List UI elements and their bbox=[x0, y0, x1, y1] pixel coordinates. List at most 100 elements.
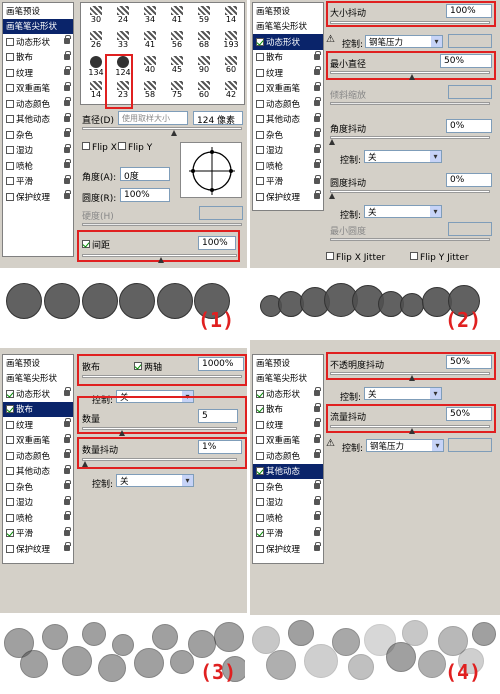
sidebar-item-brush-tip-shape[interactable]: 画笔笔尖形状 bbox=[3, 18, 73, 34]
lock-icon[interactable] bbox=[64, 97, 71, 106]
sidebar-item-smoothing[interactable]: 平滑 bbox=[253, 526, 323, 542]
sidebar-item-wet-edges[interactable]: 湿边 bbox=[253, 143, 323, 159]
lock-icon[interactable] bbox=[314, 97, 321, 106]
lock-icon[interactable] bbox=[314, 495, 321, 505]
use-sample-button[interactable]: 使用取样大小 bbox=[118, 111, 188, 125]
sidebar-item-protect-texture[interactable]: 保护纹理 bbox=[3, 541, 73, 557]
control-dropdown[interactable]: 钢笔压力 bbox=[365, 35, 443, 48]
sidebar-item-brush-tip-shape[interactable]: 画笔笔尖形状 bbox=[253, 19, 323, 35]
lock-icon[interactable] bbox=[64, 190, 71, 199]
min-roundness-field[interactable] bbox=[448, 222, 492, 236]
lock-icon[interactable] bbox=[314, 112, 321, 122]
sidebar-item-protect-texture[interactable]: 保护纹理 bbox=[3, 189, 73, 205]
size-jitter-slider[interactable] bbox=[330, 21, 490, 24]
lock-icon[interactable] bbox=[64, 143, 71, 153]
sidebar-item-noise[interactable]: 杂色 bbox=[253, 479, 323, 495]
brush-tip-cell[interactable]: 59 bbox=[192, 6, 216, 24]
roundness-jitter-slider[interactable] bbox=[329, 190, 490, 199]
brush-tip-cell[interactable]: 24 bbox=[111, 6, 135, 24]
count-slider[interactable] bbox=[82, 427, 237, 436]
lock-icon[interactable] bbox=[64, 81, 71, 91]
roundness-jitter-field[interactable]: 0% bbox=[446, 173, 492, 187]
sidebar-item-dual-brush[interactable]: 双重画笔 bbox=[253, 433, 323, 449]
control-dropdown[interactable]: 关 bbox=[364, 205, 442, 218]
diameter-field[interactable]: 124 像素 bbox=[193, 111, 243, 126]
control-extra-field[interactable] bbox=[448, 34, 492, 48]
brush-tip-cell[interactable]: 26 bbox=[84, 31, 108, 49]
brush-tip-cell[interactable]: 30 bbox=[84, 6, 108, 24]
sidebar-item-wet-edges[interactable]: 湿边 bbox=[253, 495, 323, 511]
hardness-field[interactable] bbox=[199, 206, 243, 220]
sidebar-item-other-dynamics[interactable]: 其他动态 bbox=[3, 112, 73, 128]
min-diameter-slider[interactable] bbox=[330, 71, 490, 80]
brush-tip-cell[interactable]: 58 bbox=[138, 81, 162, 99]
lock-icon[interactable] bbox=[314, 526, 321, 536]
lock-icon[interactable] bbox=[314, 66, 321, 75]
checkbox[interactable] bbox=[6, 161, 14, 170]
brush-tip-cell[interactable]: 90 bbox=[192, 56, 216, 74]
flipy-jitter-checkbox[interactable]: Flip Y Jitter bbox=[410, 252, 469, 263]
checkbox[interactable] bbox=[6, 192, 14, 201]
brush-tip-cell[interactable]: 56 bbox=[165, 31, 189, 49]
opacity-jitter-field[interactable]: 50% bbox=[446, 355, 492, 369]
sidebar-item-other-dynamics[interactable]: 其他动态 bbox=[253, 463, 323, 479]
control-dropdown[interactable]: 关 bbox=[116, 474, 194, 487]
lock-icon[interactable] bbox=[314, 81, 321, 91]
sidebar-item-smoothing[interactable]: 平滑 bbox=[3, 174, 73, 190]
slider-knob[interactable] bbox=[409, 428, 415, 434]
sidebar-item-other-dynamics[interactable]: 其他动态 bbox=[3, 464, 73, 480]
diameter-slider[interactable] bbox=[82, 127, 242, 136]
sidebar-item-airbrush[interactable]: 喷枪 bbox=[253, 510, 323, 526]
lock-icon[interactable] bbox=[314, 50, 321, 60]
slider-knob[interactable] bbox=[329, 139, 335, 145]
checkbox[interactable] bbox=[256, 37, 264, 46]
lock-icon[interactable] bbox=[64, 128, 71, 137]
lock-icon[interactable] bbox=[64, 433, 71, 443]
lock-icon[interactable] bbox=[64, 112, 71, 122]
checkbox[interactable] bbox=[6, 84, 14, 93]
sidebar-item-airbrush[interactable]: 喷枪 bbox=[253, 158, 323, 174]
flow-jitter-field[interactable]: 50% bbox=[446, 407, 492, 421]
sidebar-item-color-dynamics[interactable]: 动态颜色 bbox=[3, 448, 73, 464]
lock-icon[interactable] bbox=[314, 128, 321, 137]
lock-icon[interactable] bbox=[64, 174, 71, 184]
size-jitter-field[interactable]: 100% bbox=[446, 4, 492, 18]
both-axes-checkbox[interactable]: 两轴 bbox=[134, 360, 162, 373]
angle-jitter-field[interactable]: 0% bbox=[446, 119, 492, 133]
brush-tip-cell[interactable]: 41 bbox=[138, 31, 162, 49]
lock-icon[interactable] bbox=[314, 449, 321, 458]
spacing-slider[interactable] bbox=[82, 254, 237, 263]
lock-icon[interactable] bbox=[314, 542, 321, 551]
sidebar-item-scattering[interactable]: 散布 bbox=[3, 50, 73, 66]
brush-tip-cell[interactable]: 14 bbox=[219, 6, 243, 24]
brush-tip-cell[interactable]: 60 bbox=[192, 81, 216, 99]
lock-icon[interactable] bbox=[64, 526, 71, 536]
lock-icon[interactable] bbox=[314, 418, 321, 427]
brush-tip-cell[interactable]: 33 bbox=[111, 31, 135, 49]
brush-tip-cell[interactable]: 75 bbox=[165, 81, 189, 99]
lock-icon[interactable] bbox=[314, 190, 321, 199]
brush-tip-cell[interactable]: 193 bbox=[219, 31, 243, 49]
control-dropdown[interactable]: 钢笔压力 bbox=[366, 439, 444, 452]
control-extra-field[interactable] bbox=[448, 438, 492, 452]
angle-field[interactable]: 0度 bbox=[120, 167, 170, 182]
sidebar-item-wet-edges[interactable]: 湿边 bbox=[3, 495, 73, 511]
slider-knob[interactable] bbox=[171, 130, 177, 136]
lock-icon[interactable] bbox=[64, 511, 71, 520]
sidebar-item-shape-dynamics[interactable]: 动态形状 bbox=[3, 386, 73, 402]
sidebar-item-brush-presets[interactable]: 画笔预设 bbox=[3, 355, 73, 371]
sidebar-item-scattering[interactable]: 散布 bbox=[3, 401, 73, 417]
lock-icon[interactable] bbox=[314, 174, 321, 184]
lock-icon[interactable] bbox=[314, 143, 321, 153]
lock-icon[interactable] bbox=[314, 159, 321, 168]
lock-icon[interactable] bbox=[64, 418, 71, 427]
count-field[interactable]: 5 bbox=[198, 409, 238, 423]
lock-icon[interactable] bbox=[314, 433, 321, 443]
checkbox[interactable] bbox=[6, 37, 14, 46]
tilt-scale-field[interactable] bbox=[448, 85, 492, 99]
sidebar-item-airbrush[interactable]: 喷枪 bbox=[3, 158, 73, 174]
checkbox[interactable] bbox=[6, 130, 14, 139]
control-dropdown[interactable]: 关 bbox=[364, 150, 442, 163]
lock-icon[interactable] bbox=[314, 387, 321, 396]
sidebar-item-noise[interactable]: 杂色 bbox=[3, 127, 73, 143]
